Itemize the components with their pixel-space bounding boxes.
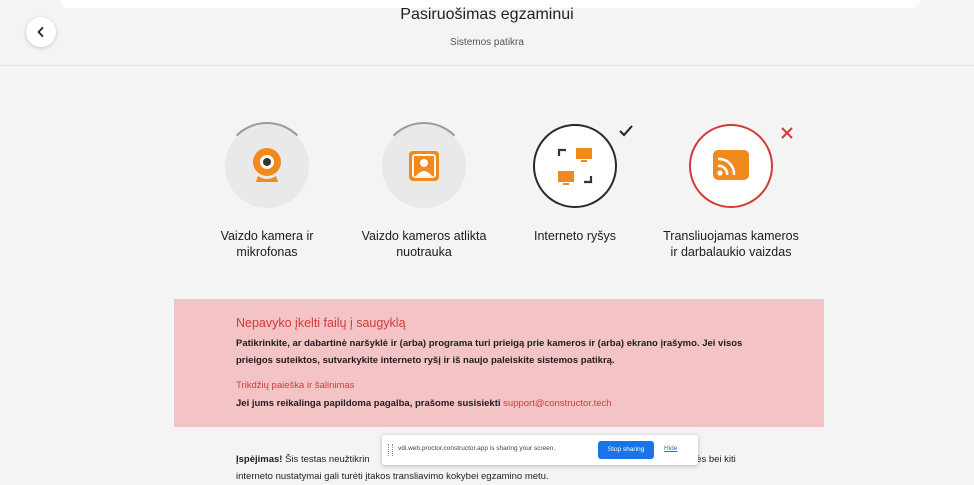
check-icon [619,125,633,137]
warning-label: Įspėjimas! [236,454,283,465]
step-label: Transliuojamas kameros ir darbalaukio va… [663,229,799,259]
step-icon-circle [223,122,311,208]
webcam-icon [253,148,281,182]
portrait-photo-icon [409,151,439,181]
step-icon-circle [689,124,773,208]
page-title: Pasiruošimas egzaminui [400,6,574,23]
cast-icon [713,150,749,180]
exam-preparation-page: Pasiruošimas egzaminui Sistemos patikra … [0,0,974,482]
sharing-message: vdi.web.proctor.constructor.app is shari… [398,445,556,452]
screen-sharing-bar: vdi.web.proctor.constructor.app is shari… [382,435,698,465]
support-email-link[interactable]: support@constructor.tech [503,398,611,409]
step-label: Interneto ryšys [534,229,616,243]
error-alert: Nepavyko įkelti failų į saugyklą Patikri… [174,299,824,427]
step-icon-circle [533,124,617,208]
step-label: Vaizdo kamera ir mikrofonas [220,229,314,259]
page-subtitle: Sistemos patikra [450,37,524,48]
hide-button[interactable]: Hide [664,445,677,452]
step-label: Vaizdo kameros atlikta nuotrauka [361,229,487,259]
stop-sharing-button[interactable]: Stop sharing [598,441,654,459]
help-text-label: Jei jums reikalinga papildoma pagalba, p… [236,398,501,409]
close-icon [781,127,793,139]
help-text: Jei jums reikalinga papildoma pagalba, p… [236,398,612,409]
warning-line-2: interneto nustatymai gali turėti įtakos … [236,471,549,482]
network-computers-icon [557,148,593,185]
warning-text-start: Šis testas neužtikrin [285,454,370,465]
drag-handle-icon[interactable] [388,444,393,456]
troubleshoot-link[interactable]: Trikdžių paieška ir šalinimas [236,380,354,391]
alert-body: Patikrinkite, ar dabartinė naršyklė ir (… [236,338,743,366]
step-icon-circle [380,122,468,208]
header-divider [0,65,974,66]
alert-title: Nepavyko įkelti failų į saugyklą [236,316,406,330]
